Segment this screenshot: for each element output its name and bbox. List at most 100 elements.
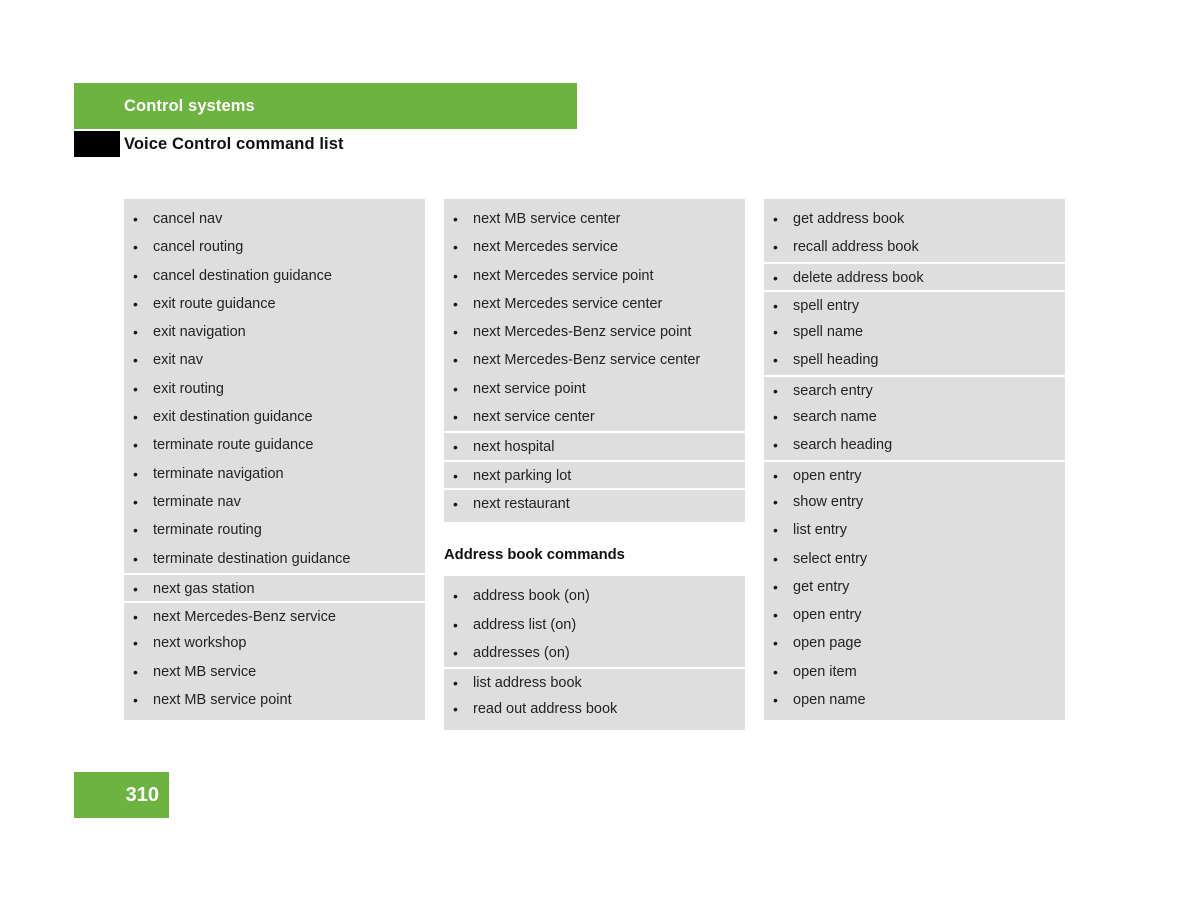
bullet-icon: •	[133, 493, 138, 510]
bullet-icon: •	[773, 324, 778, 341]
command-list-item: • search name	[764, 403, 1065, 431]
bullet-icon: •	[773, 239, 778, 256]
command-list-item: • exit navigation	[124, 318, 425, 346]
command-label: spell heading	[793, 352, 879, 369]
command-label: exit navigation	[153, 324, 246, 341]
bullet-icon: •	[773, 409, 778, 426]
command-label: addresses (on)	[473, 644, 570, 661]
bullet-icon: •	[453, 267, 458, 284]
command-label: exit nav	[153, 352, 203, 369]
bullet-icon: •	[773, 550, 778, 567]
bullet-icon: •	[773, 692, 778, 709]
command-list-item: • spell entry	[764, 289, 1065, 318]
command-label: next Mercedes service point	[473, 267, 654, 284]
bullet-icon: •	[133, 437, 138, 454]
bullet-icon: •	[453, 324, 458, 341]
command-list-item: • open entry	[764, 601, 1065, 629]
command-label: next restaurant	[473, 495, 570, 512]
command-list-item: • next MB service center	[444, 205, 745, 233]
bullet-icon: •	[133, 267, 138, 284]
command-list-item: • open entry	[764, 459, 1065, 488]
page-number: 310	[125, 784, 159, 806]
bullet-icon: •	[453, 467, 458, 484]
command-list-item: • terminate nav	[124, 488, 425, 516]
command-list-item: • list address book	[444, 667, 745, 695]
command-list-item: • address book (on)	[444, 582, 745, 610]
command-list-box: • address book (on) • address list (on) • add…	[444, 576, 745, 730]
command-label: delete address book	[793, 269, 924, 286]
bullet-icon: •	[453, 380, 458, 397]
bullet-icon: •	[453, 439, 458, 456]
command-list-item: • next parking lot	[444, 459, 745, 488]
bullet-icon: •	[133, 352, 138, 369]
command-list-item: • terminate navigation	[124, 460, 425, 488]
command-label: next parking lot	[473, 467, 572, 484]
bullet-icon: •	[453, 352, 458, 369]
command-label: next Mercedes-Benz service point	[473, 324, 692, 341]
command-label: search name	[793, 409, 877, 426]
command-list-item: • next Mercedes-Benz service center	[444, 346, 745, 374]
bullet-icon: •	[133, 522, 138, 539]
command-label: next hospital	[473, 439, 555, 456]
command-list-item: • terminate route guidance	[124, 431, 425, 459]
command-label: spell entry	[793, 297, 860, 314]
bullet-icon: •	[453, 495, 458, 512]
command-list-item: • next Mercedes service center	[444, 290, 745, 318]
command-list-item: • exit route guidance	[124, 290, 425, 318]
bullet-icon: •	[773, 269, 778, 286]
command-list-item: • next restaurant	[444, 487, 745, 516]
command-list-item: • addresses (on)	[444, 639, 745, 667]
command-label: next Mercedes-Benz service	[153, 609, 336, 626]
bullet-icon: •	[773, 352, 778, 369]
bullet-icon: •	[773, 211, 778, 227]
bullet-icon: •	[453, 675, 458, 692]
bullet-icon: •	[453, 239, 458, 256]
command-label: exit routing	[153, 380, 224, 397]
command-column-1: • cancel nav • cancel routing • cancel destin…	[124, 199, 425, 721]
command-list-item: • exit routing	[124, 375, 425, 403]
bullet-icon: •	[773, 522, 778, 539]
command-label: cancel routing	[153, 239, 244, 256]
command-list-item: • open item	[764, 658, 1065, 686]
command-label: next gas station	[153, 580, 255, 597]
chapter-title: Control systems	[124, 97, 255, 115]
command-list-item: • get entry	[764, 573, 1065, 601]
command-list-item: • recall address book	[764, 233, 1065, 261]
section-marker-block	[74, 131, 120, 157]
command-column-2: • next MB service center • next Mercedes se…	[444, 199, 745, 730]
command-list-item: • exit destination guidance	[124, 403, 425, 431]
bullet-icon: •	[453, 295, 458, 312]
bullet-icon: •	[133, 465, 138, 482]
manual-page: Control systems Voice Control command li…	[0, 0, 1200, 900]
bullet-icon: •	[133, 324, 138, 341]
command-list-item: • next Mercedes service	[444, 233, 745, 261]
command-list-item: • open page	[764, 629, 1065, 657]
command-label: next MB service point	[153, 692, 292, 709]
command-list-item: • exit nav	[124, 346, 425, 374]
command-list-item: • next Mercedes-Benz service	[124, 601, 425, 629]
bullet-icon: •	[453, 616, 458, 633]
chapter-header-bar: Control systems	[74, 83, 577, 129]
command-list-item: • select entry	[764, 545, 1065, 573]
bullet-icon: •	[453, 701, 458, 718]
bullet-icon: •	[773, 635, 778, 652]
bullet-icon: •	[133, 692, 138, 709]
bullet-icon: •	[773, 578, 778, 595]
bullet-icon: •	[773, 493, 778, 510]
command-label: terminate route guidance	[153, 437, 314, 454]
command-list-item: • next gas station	[124, 572, 425, 601]
command-list-item: • get address book	[764, 205, 1065, 233]
bullet-icon: •	[133, 239, 138, 256]
command-label: get address book	[793, 211, 905, 227]
command-label: exit destination guidance	[153, 409, 313, 426]
command-label: next MB service	[153, 663, 257, 680]
command-label: read out address book	[473, 701, 618, 718]
command-label: next Mercedes service center	[473, 295, 663, 312]
command-label: open entry	[793, 607, 862, 624]
command-list-box: • next MB service center • next Mercedes se…	[444, 199, 745, 523]
command-label: next workshop	[153, 635, 247, 652]
bullet-icon: •	[453, 409, 458, 426]
command-label: address list (on)	[473, 616, 577, 633]
command-list-item: • next service center	[444, 403, 745, 431]
command-list-item: • next MB service	[124, 658, 425, 686]
